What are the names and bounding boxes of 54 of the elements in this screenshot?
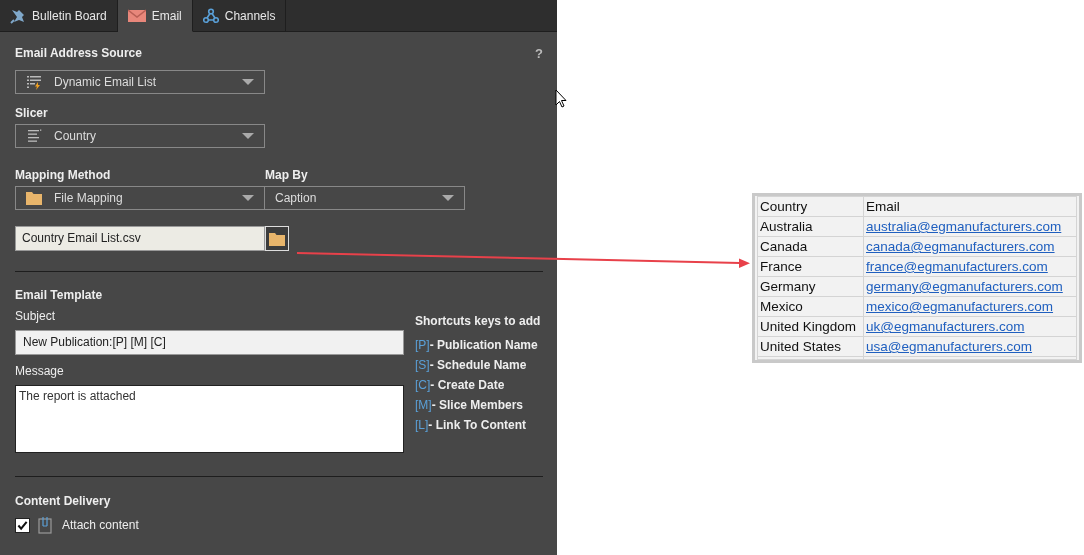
field-label: Map By — [265, 168, 308, 182]
folder-icon — [26, 191, 42, 205]
checkbox[interactable] — [15, 517, 30, 533]
table-cell: Germany — [757, 276, 864, 297]
subject-field[interactable]: New Publication:[P] [M] [C] — [15, 330, 404, 355]
table-cell: France — [757, 256, 864, 277]
shortcut-key: [C] — [415, 378, 431, 392]
table-cell: United States — [757, 336, 864, 357]
tab[interactable]: Bulletin Board — [0, 0, 118, 32]
field-label: Message — [15, 364, 64, 378]
caret-icon — [242, 79, 254, 85]
table-cell: United Kingdom — [757, 316, 864, 337]
section-label: Email Template — [15, 288, 103, 302]
message-field[interactable]: The report is attached — [15, 385, 404, 453]
dropdown[interactable]: Caption — [264, 186, 465, 210]
folder-icon — [269, 231, 285, 246]
field-label: Subject — [15, 309, 56, 323]
list-lightning-icon — [26, 74, 42, 90]
envelope-icon — [127, 8, 146, 23]
caret-icon — [442, 195, 454, 201]
shortcut-key: [L] — [415, 418, 429, 432]
shortcut-label: - Slice Members — [431, 398, 524, 412]
shortcut-label: - Create Date — [430, 378, 505, 392]
table-cell: Australia — [757, 216, 864, 237]
caret-icon — [242, 195, 254, 201]
dropdown[interactable]: File Mapping — [15, 186, 265, 210]
help-icon[interactable]: ? — [535, 46, 543, 61]
column-header: Country — [757, 196, 864, 217]
mouse-cursor-icon — [555, 89, 567, 108]
list-icon — [26, 128, 42, 144]
shortcut-key: [S] — [415, 358, 430, 372]
section-label: Content Delivery — [15, 494, 111, 508]
table-cell: Mexico — [757, 296, 864, 317]
browse-button[interactable] — [265, 226, 289, 251]
table-cell: Canada — [757, 236, 864, 257]
shortcut-label: - Link To Content — [428, 418, 527, 432]
shortcut-key: [M] — [415, 398, 432, 412]
shortcuts-heading: Shortcuts keys to add — [415, 314, 541, 328]
pushpin-icon — [10, 7, 26, 24]
shortcut-label: - Publication Name — [429, 338, 538, 352]
shortcut-label: - Schedule Name — [429, 358, 527, 372]
checkbox-label: Attach content — [62, 518, 139, 532]
column-header: Email — [863, 196, 1077, 217]
shortcut-key: [P] — [415, 338, 430, 352]
caret-icon — [242, 133, 254, 139]
field-label: Mapping Method — [15, 168, 111, 182]
network-icon — [202, 7, 219, 24]
section-label: Email Address Source — [15, 46, 142, 60]
dropdown[interactable]: Country — [15, 124, 265, 148]
clipboard-icon — [38, 516, 52, 534]
tab[interactable]: Channels — [192, 0, 287, 32]
dropdown[interactable]: Dynamic Email List — [15, 70, 265, 94]
file-path-field[interactable]: Country Email List.csv — [15, 226, 265, 251]
field-label: Slicer — [15, 106, 48, 120]
